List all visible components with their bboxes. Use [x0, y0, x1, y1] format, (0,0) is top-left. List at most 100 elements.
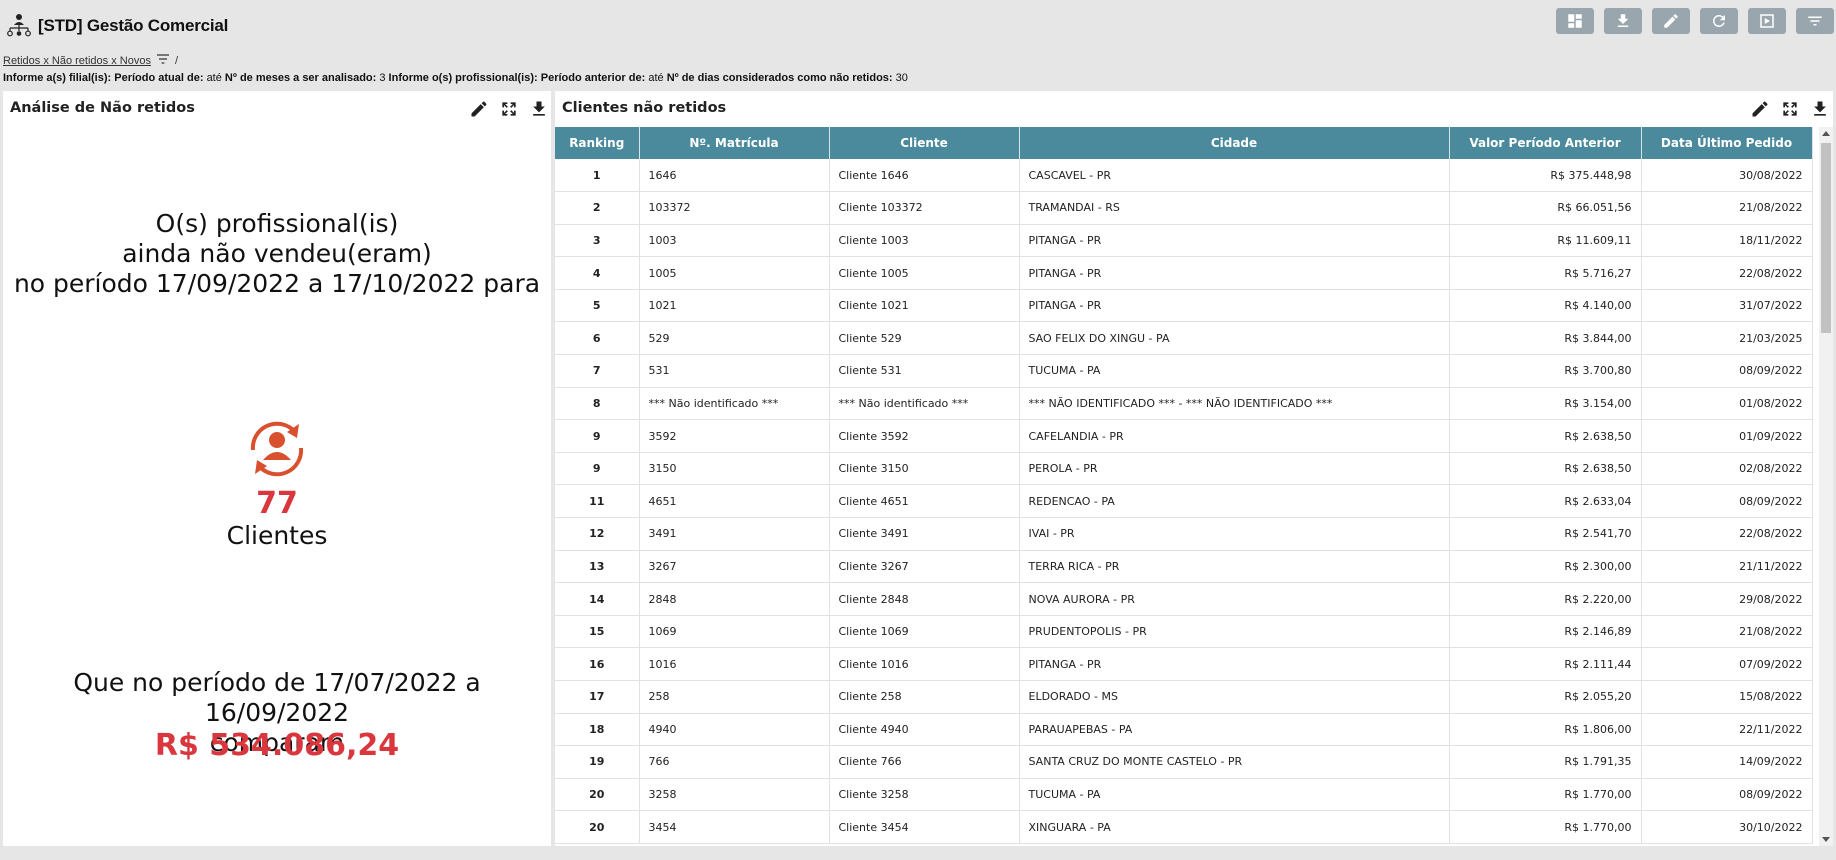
cell-cidade: TERRA RICA - PR [1019, 550, 1450, 584]
edit-icon[interactable] [1750, 99, 1770, 119]
cell-cidade: PRUDENTOPOLIS - PR [1019, 615, 1450, 649]
table-row[interactable]: 4 1005 Cliente 1005 PITANGA - PR R$ 5.716,27… [555, 256, 1813, 290]
cell-data: 21/08/2022 [1641, 615, 1813, 649]
cell-ranking: 13 [555, 550, 640, 584]
column-header[interactable]: Data Último Pedido [1641, 127, 1813, 159]
cell-cliente: Cliente 529 [829, 321, 1020, 356]
table-row[interactable]: 18 4940 Cliente 4940 PARAUAPEBAS - PA R$ 1.8… [555, 713, 1813, 747]
cell-valor: R$ 2.638,50 [1449, 452, 1642, 486]
cell-valor: R$ 1.770,00 [1449, 810, 1642, 844]
customer-churn-icon [250, 421, 304, 477]
dashboard-button[interactable] [1556, 8, 1594, 34]
cell-ranking: 14 [555, 582, 640, 616]
cell-cidade: PITANGA - PR [1019, 289, 1450, 323]
refresh-button[interactable] [1700, 8, 1738, 34]
table-row[interactable]: 3 1003 Cliente 1003 PITANGA - PR R$ 11.609,1… [555, 224, 1813, 258]
table-row[interactable]: 9 3592 Cliente 3592 CAFELANDIA - PR R$ 2.638… [555, 419, 1813, 453]
edit-icon[interactable] [469, 99, 489, 119]
table-row[interactable]: 20 3454 Cliente 3454 XINGUARA - PA R$ 1.770,… [555, 810, 1813, 844]
cell-matricula: 3491 [639, 517, 830, 551]
column-header[interactable]: Nº. Matrícula [639, 127, 830, 159]
kpi-description: O(s) profissional(is) ainda não vendeu(e… [3, 209, 551, 299]
filter-label: Nº de dias considerados como não retidos… [666, 72, 893, 84]
cell-data: 30/10/2022 [1641, 810, 1813, 844]
cell-ranking: 6 [555, 321, 640, 356]
table-row[interactable]: 15 1069 Cliente 1069 PRUDENTOPOLIS - PR R$ 2… [555, 615, 1813, 649]
cell-cliente: Cliente 4940 [829, 713, 1020, 747]
edit-button[interactable] [1652, 8, 1690, 34]
app-title: [STD] Gestão Comercial [38, 16, 229, 35]
filter-button[interactable] [1796, 8, 1834, 34]
column-header[interactable]: Ranking [555, 127, 640, 159]
cell-ranking: 5 [555, 289, 640, 323]
cell-ranking: 20 [555, 810, 640, 844]
cell-cliente: Cliente 1021 [829, 289, 1020, 323]
filter-icon [156, 54, 169, 64]
download-icon[interactable] [1810, 99, 1830, 119]
cell-cliente: Cliente 4651 [829, 484, 1020, 519]
cell-matricula: 258 [639, 680, 830, 714]
cell-cliente: Cliente 3150 [829, 452, 1020, 486]
table-row[interactable]: 19 766 Cliente 766 SANTA CRUZ DO MONTE CAST… [555, 745, 1813, 779]
filter-label: Nº de meses a ser analisado: [224, 72, 377, 84]
table-row[interactable]: 6 529 Cliente 529 SAO FELIX DO XINGU - PA R$… [555, 321, 1813, 356]
table-row[interactable]: 17 258 Cliente 258 ELDORADO - MS R$ 2.055,20… [555, 680, 1813, 714]
clients-table-container[interactable]: Ranking Nº. Matrícula Cliente Cidade Val… [555, 127, 1833, 846]
cell-data: 22/11/2022 [1641, 713, 1813, 747]
column-header[interactable]: Cliente [829, 127, 1020, 159]
scroll-up-icon[interactable] [1822, 131, 1830, 136]
cell-cidade: PITANGA - PR [1019, 647, 1450, 681]
download-button[interactable] [1604, 8, 1642, 34]
play-button[interactable] [1748, 8, 1786, 34]
table-row[interactable]: 11 4651 Cliente 4651 REDENCAO - PA R$ 2.633,… [555, 484, 1813, 519]
org-chart-icon [7, 14, 31, 37]
cell-cidade: CASCAVEL - PR [1019, 159, 1450, 193]
breadcrumb-link[interactable]: Retidos x Não retidos x Novos [3, 55, 151, 67]
download-icon[interactable] [529, 99, 549, 119]
breadcrumb-filter-button[interactable] [155, 52, 171, 69]
table-row[interactable]: 9 3150 Cliente 3150 PEROLA - PR R$ 2.638,50 0… [555, 452, 1813, 486]
expand-icon[interactable] [499, 99, 519, 119]
cell-cidade: XINGUARA - PA [1019, 810, 1450, 844]
cell-matricula: *** Não identificado *** [639, 387, 830, 421]
filter-value: até [648, 72, 664, 84]
cell-valor: R$ 2.055,20 [1449, 680, 1642, 714]
expand-icon[interactable] [1780, 99, 1800, 119]
cell-ranking: 15 [555, 615, 640, 649]
cell-valor: R$ 375.448,98 [1449, 159, 1642, 193]
table-row[interactable]: 7 531 Cliente 531 TUCUMA - PA R$ 3.700,80 08/… [555, 354, 1813, 388]
scroll-down-icon[interactable] [1822, 837, 1830, 842]
table-row[interactable]: 20 3258 Cliente 3258 TUCUMA - PA R$ 1.770,00… [555, 778, 1813, 812]
column-header[interactable]: Valor Período Anterior [1449, 127, 1642, 159]
cell-ranking: 9 [555, 419, 640, 453]
cell-data: 15/08/2022 [1641, 680, 1813, 714]
panel-title: Análise de Não retidos [10, 100, 195, 116]
cell-ranking: 3 [555, 224, 640, 258]
cell-ranking: 9 [555, 452, 640, 486]
cell-cliente: Cliente 3592 [829, 419, 1020, 453]
scrollbar-thumb[interactable] [1821, 143, 1831, 333]
cell-matricula: 4651 [639, 484, 830, 519]
table-row[interactable]: 13 3267 Cliente 3267 TERRA RICA - PR R$ 2.30… [555, 550, 1813, 584]
table-row[interactable]: 12 3491 Cliente 3491 IVAI - PR R$ 2.541,70 22… [555, 517, 1813, 551]
cell-ranking: 1 [555, 159, 640, 193]
download-icon [1617, 14, 1629, 27]
non-retained-analysis-panel: Análise de Não retidos O(s) profissional… [3, 91, 551, 846]
column-header[interactable]: Cidade [1019, 127, 1450, 159]
table-row[interactable]: 8 *** Não identificado *** *** Não identif… [555, 387, 1813, 421]
table-scrollbar[interactable] [1819, 127, 1833, 846]
cell-matricula: 1021 [639, 289, 830, 323]
table-row[interactable]: 14 2848 Cliente 2848 NOVA AURORA - PR R$ 2.2… [555, 582, 1813, 616]
filter-label: Informe a(s) filial(is): [3, 72, 112, 84]
cell-data: 29/08/2022 [1641, 582, 1813, 616]
table-row[interactable]: 1 1646 Cliente 1646 CASCAVEL - PR R$ 375.448… [555, 159, 1813, 193]
table-row[interactable]: 16 1016 Cliente 1016 PITANGA - PR R$ 2.111,4… [555, 647, 1813, 681]
cell-matricula: 1646 [639, 159, 830, 193]
cell-data: 21/03/2025 [1641, 321, 1813, 356]
table-row[interactable]: 5 1021 Cliente 1021 PITANGA - PR R$ 4.140,00… [555, 289, 1813, 323]
table-row[interactable]: 2 103372 Cliente 103372 TRAMANDAI - RS R$ 66… [555, 191, 1813, 225]
refresh-icon [1712, 14, 1725, 27]
filter-value: 3 [379, 72, 386, 84]
cell-valor: R$ 3.844,00 [1449, 321, 1642, 356]
cell-cliente: Cliente 1646 [829, 159, 1020, 193]
